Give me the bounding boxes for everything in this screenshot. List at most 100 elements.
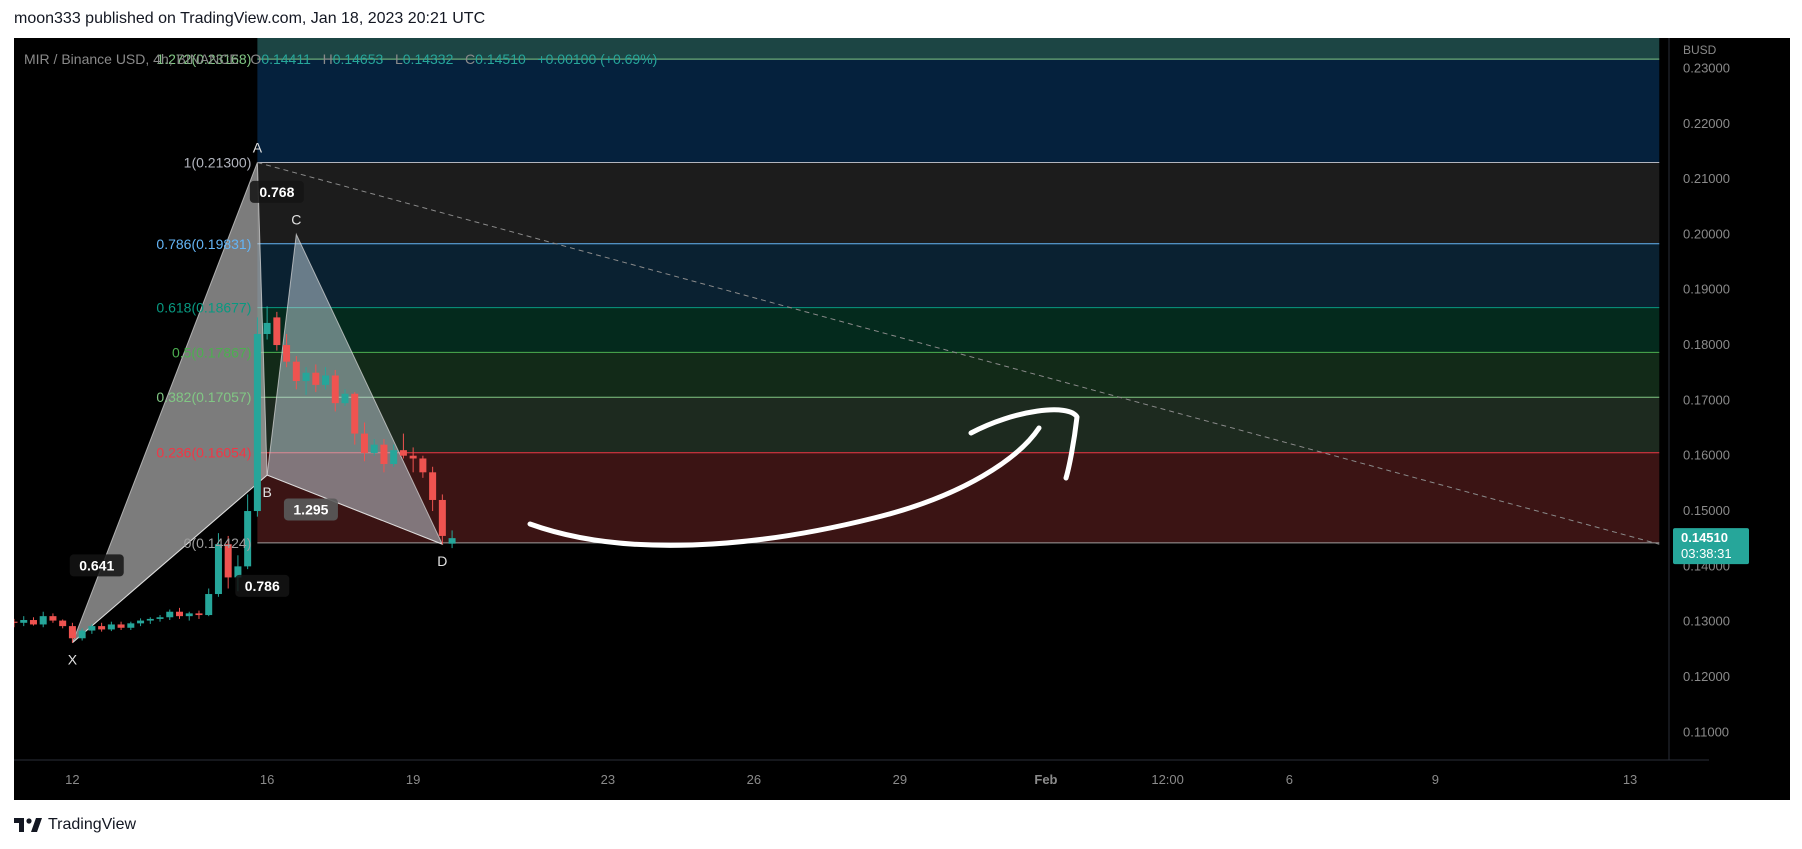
price-tick-6: 0.17000 <box>1683 392 1730 407</box>
fib-label-0: 0(0.14424) <box>184 535 252 551</box>
close-value: 0.14510 <box>475 51 526 67</box>
candle-body-40 <box>399 450 407 456</box>
candle-body-32 <box>322 375 330 385</box>
current-price-countdown: 03:38:31 <box>1681 546 1732 561</box>
price-axis-unit: BUSD <box>1683 43 1717 57</box>
candle-body-5 <box>59 620 67 627</box>
candle-body-7 <box>78 630 86 639</box>
tradingview-wordmark: TradingView <box>48 816 137 833</box>
candle-body-37 <box>370 444 378 453</box>
candle-body-29 <box>292 361 300 382</box>
time-tick-6: Feb <box>1034 772 1057 787</box>
pattern-point-C: C <box>291 211 301 227</box>
fib-band-0 <box>257 452 1660 543</box>
time-tick-4: 26 <box>747 772 761 787</box>
price-tick-8: 0.19000 <box>1683 282 1730 297</box>
symbol-label: MIR / Binance USD, 4h, BINANCE <box>24 51 239 67</box>
time-tick-1: 16 <box>260 772 274 787</box>
close-label: C <box>465 51 476 67</box>
candle-body-25 <box>253 333 261 512</box>
fib-band-0.236 <box>257 397 1660 453</box>
candle-body-3 <box>39 616 47 625</box>
ratio-label-2: 0.786 <box>245 578 280 594</box>
price-chart[interactable]: 0(0.14424) 0.236(0.16054) 0.382(0.17057) 0.… <box>14 38 1790 800</box>
candle-body-10 <box>107 624 115 630</box>
price-tick-10: 0.21000 <box>1683 171 1730 186</box>
fib-band-1 <box>257 59 1660 163</box>
candle-body-38 <box>380 444 388 465</box>
fib-label-0.236: 0.236(0.16054) <box>156 445 251 461</box>
price-tick-2: 0.13000 <box>1683 614 1730 629</box>
fib-label-1: 1(0.21300) <box>184 154 252 170</box>
candle-body-16 <box>166 611 174 618</box>
candle-body-20 <box>205 594 213 616</box>
price-tick-5: 0.16000 <box>1683 448 1730 463</box>
candle-body-27 <box>273 317 281 346</box>
candle-body-33 <box>331 375 339 404</box>
price-tick-4: 0.15000 <box>1683 503 1730 518</box>
price-tick-7: 0.18000 <box>1683 337 1730 352</box>
candle-body-2 <box>29 620 37 625</box>
time-tick-9: 9 <box>1432 772 1439 787</box>
candle-body-15 <box>156 617 164 619</box>
candle-body-21 <box>214 544 222 595</box>
pattern-point-X: X <box>68 652 78 668</box>
candle-body-28 <box>283 345 291 362</box>
candle-body-31 <box>312 372 320 385</box>
candle-body-9 <box>98 626 106 630</box>
candle-body-18 <box>185 613 193 617</box>
fib-label-0.5: 0.5(0.17867) <box>172 344 251 360</box>
time-tick-8: 6 <box>1286 772 1293 787</box>
fib-band-0.786 <box>257 162 1660 244</box>
candle-body-1 <box>20 620 28 623</box>
pattern-point-D: D <box>437 553 447 569</box>
candle-body-34 <box>341 393 349 404</box>
candle-body-44 <box>438 499 446 536</box>
low-label: L <box>394 51 403 67</box>
candle-body-43 <box>429 472 437 500</box>
candle-body-0 <box>14 621 18 623</box>
fib-band-0.5 <box>257 307 1660 353</box>
candle-body-19 <box>195 613 203 616</box>
time-tick-3: 23 <box>601 772 615 787</box>
chart-frame[interactable]: 0(0.14424) 0.236(0.16054) 0.382(0.17057) 0.… <box>14 38 1790 800</box>
high-label: H <box>322 51 333 67</box>
tradingview-logo-icon <box>14 818 42 832</box>
candle-body-39 <box>390 450 398 465</box>
pattern-point-B: B <box>262 484 271 500</box>
publisher-line: moon333 published on TradingView.com, Ja… <box>14 10 486 27</box>
pattern-point-A: A <box>253 139 263 155</box>
price-tick-1: 0.12000 <box>1683 669 1730 684</box>
ohlc-legend: MIR / Binance USD, 4h, BINANCE O0.14411 … <box>24 51 657 67</box>
candle-body-42 <box>419 458 427 473</box>
fib-label-0.382: 0.382(0.17057) <box>156 389 251 405</box>
candle-body-6 <box>68 626 76 639</box>
ratio-label-3: 1.295 <box>293 501 328 517</box>
candle-body-12 <box>127 623 135 628</box>
candle-body-13 <box>137 620 145 624</box>
candle-body-30 <box>302 372 310 382</box>
candle-body-36 <box>360 433 368 453</box>
candle-body-41 <box>409 455 417 459</box>
ratio-label-0: 0.768 <box>259 184 294 200</box>
current-price-value: 0.14510 <box>1681 530 1728 545</box>
price-tick-9: 0.20000 <box>1683 226 1730 241</box>
fib-band-0.382 <box>257 352 1660 398</box>
candle-body-26 <box>263 322 271 334</box>
fib-band-0.618 <box>257 243 1660 308</box>
time-tick-5: 29 <box>893 772 907 787</box>
time-tick-7: 12:00 <box>1151 772 1184 787</box>
candle-body-35 <box>351 393 359 434</box>
price-tick-11: 0.22000 <box>1683 116 1730 131</box>
candle-body-4 <box>49 616 57 621</box>
fib-label-0.786: 0.786(0.19831) <box>156 236 251 252</box>
price-tick-12: 0.23000 <box>1683 60 1730 75</box>
ratio-label-1: 0.641 <box>79 557 114 573</box>
candle-body-14 <box>146 618 154 621</box>
low-value: 0.14332 <box>402 51 454 67</box>
change-value: +0.00100 (+0.69%) <box>537 51 658 67</box>
time-tick-10: 13 <box>1623 772 1637 787</box>
footer: TradingView <box>14 816 136 834</box>
open-value: 0.14411 <box>261 51 311 67</box>
candle-body-17 <box>176 611 183 617</box>
